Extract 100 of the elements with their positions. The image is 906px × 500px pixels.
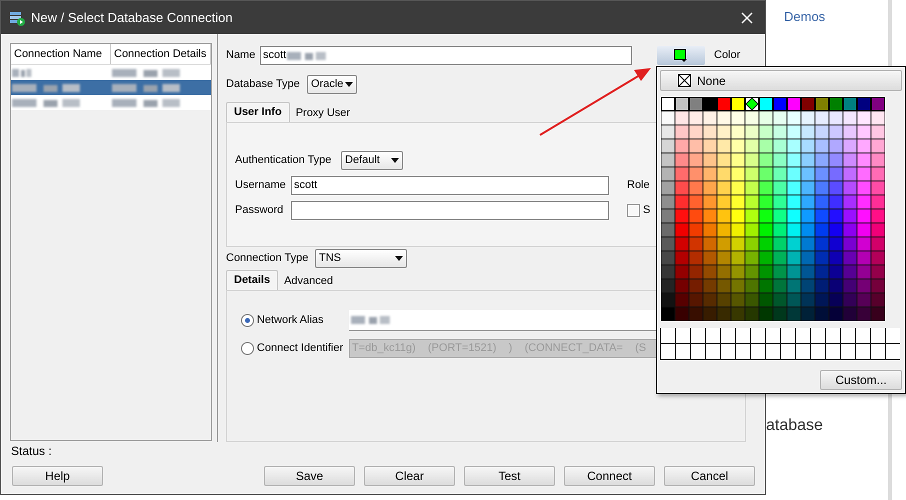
blurred-text bbox=[112, 98, 182, 108]
custom-color-slot[interactable] bbox=[810, 328, 825, 344]
custom-color-slot[interactable] bbox=[765, 344, 780, 360]
color-swatch[interactable] bbox=[745, 97, 759, 111]
dialog-button[interactable]: Help bbox=[12, 466, 103, 486]
color-swatch[interactable] bbox=[787, 97, 801, 111]
custom-color-slot[interactable] bbox=[780, 328, 795, 344]
custom-color-slot[interactable] bbox=[705, 328, 720, 344]
custom-color-slot[interactable] bbox=[825, 344, 840, 360]
custom-color-slot[interactable] bbox=[825, 328, 840, 344]
custom-color-slot[interactable] bbox=[675, 328, 690, 344]
radio-label: Connect Identifier bbox=[256, 341, 344, 356]
no-color-icon bbox=[678, 74, 691, 87]
custom-color-slot[interactable] bbox=[855, 344, 870, 360]
custom-color-slot[interactable] bbox=[720, 344, 735, 360]
color-swatch[interactable] bbox=[759, 97, 773, 111]
caret-icon bbox=[391, 158, 399, 162]
radio-button[interactable] bbox=[241, 342, 254, 355]
field-label: Username bbox=[235, 178, 287, 194]
dialog-button[interactable]: Clear bbox=[364, 466, 455, 486]
window-title: New / Select Database Connection bbox=[31, 8, 233, 27]
color-swatch[interactable] bbox=[717, 97, 731, 111]
none-button[interactable]: None bbox=[660, 70, 902, 91]
custom-color-slot[interactable] bbox=[765, 328, 780, 344]
database-icon bbox=[9, 10, 25, 26]
color-swatch[interactable] bbox=[675, 97, 689, 111]
auth-type-select[interactable]: Default bbox=[341, 150, 403, 170]
database-type-select[interactable]: Oracle bbox=[307, 75, 357, 94]
color-grid-drawing[interactable] bbox=[661, 111, 885, 321]
dialog-button[interactable]: Save bbox=[264, 466, 355, 486]
field-label: Role bbox=[627, 178, 650, 194]
custom-color-slot[interactable] bbox=[870, 344, 885, 360]
username-field[interactable]: scott bbox=[291, 176, 609, 195]
tab[interactable]: Advanced bbox=[278, 272, 340, 290]
demos-link[interactable]: Demos bbox=[784, 7, 826, 26]
custom-color-slot[interactable] bbox=[885, 344, 900, 360]
radio-label: Network Alias bbox=[256, 313, 325, 328]
radio-button[interactable] bbox=[241, 314, 254, 327]
custom-color-slot[interactable] bbox=[705, 344, 720, 360]
custom-color-slot[interactable] bbox=[735, 344, 750, 360]
color-swatch[interactable] bbox=[689, 97, 703, 111]
color-swatch[interactable] bbox=[731, 97, 745, 111]
blurred-text bbox=[350, 315, 391, 325]
field-label: Color bbox=[714, 48, 740, 64]
color-swatch[interactable] bbox=[703, 97, 717, 111]
color-swatch[interactable] bbox=[815, 97, 829, 111]
dialog-button[interactable]: Test bbox=[464, 466, 555, 486]
custom-color-slot[interactable] bbox=[810, 344, 825, 360]
password-field[interactable] bbox=[291, 201, 609, 220]
custom-color-slot[interactable] bbox=[795, 328, 810, 344]
dialog-button[interactable]: Cancel bbox=[664, 466, 755, 486]
color-swatch[interactable] bbox=[843, 97, 857, 111]
custom-color-slot[interactable] bbox=[690, 344, 705, 360]
blurred-text bbox=[12, 98, 82, 108]
dialog-button[interactable]: Connect bbox=[564, 466, 655, 486]
field-label: Authentication Type bbox=[235, 152, 332, 168]
connection-type-select[interactable]: TNS bbox=[315, 249, 407, 268]
color-swatch-icon bbox=[674, 48, 688, 62]
color-swatch[interactable] bbox=[857, 97, 871, 111]
custom-color-slot[interactable] bbox=[855, 328, 870, 344]
custom-color-slot[interactable] bbox=[690, 328, 705, 344]
custom-color-slot[interactable] bbox=[870, 328, 885, 344]
blurred-text bbox=[12, 68, 32, 78]
color-swatch[interactable] bbox=[773, 97, 787, 111]
custom-color-slot[interactable] bbox=[735, 328, 750, 344]
color-swatch[interactable] bbox=[871, 97, 885, 111]
connection-row[interactable] bbox=[11, 80, 211, 95]
checkbox[interactable] bbox=[627, 204, 640, 217]
name-field[interactable]: scott bbox=[260, 46, 632, 65]
field-label: Connection Type bbox=[226, 251, 310, 266]
custom-color-slot[interactable] bbox=[840, 344, 855, 360]
color-swatch[interactable] bbox=[829, 97, 843, 111]
blurred-text bbox=[12, 82, 82, 92]
custom-color-slot[interactable] bbox=[660, 344, 675, 360]
checkbox-label: S bbox=[643, 203, 650, 218]
tab[interactable]: Details bbox=[226, 270, 278, 290]
status-label: Status : bbox=[11, 443, 53, 458]
tab[interactable]: User Info bbox=[226, 102, 290, 122]
custom-color-slot[interactable] bbox=[750, 344, 765, 360]
custom-color-slot[interactable] bbox=[750, 328, 765, 344]
column-header[interactable]: Connection Name bbox=[11, 44, 111, 64]
section-heading: atabase bbox=[766, 416, 823, 436]
field-label: Database Type bbox=[226, 77, 301, 92]
column-header[interactable]: Connection Details bbox=[111, 44, 211, 64]
close-icon[interactable] bbox=[741, 12, 753, 24]
custom-color-slot[interactable] bbox=[660, 328, 675, 344]
color-swatch[interactable] bbox=[661, 97, 675, 111]
custom-button[interactable]: Custom... bbox=[820, 370, 902, 390]
custom-color-slot[interactable] bbox=[675, 344, 690, 360]
tab[interactable]: Proxy User bbox=[290, 104, 356, 122]
custom-color-slot[interactable] bbox=[795, 344, 810, 360]
custom-color-slot[interactable] bbox=[840, 328, 855, 344]
custom-color-slot[interactable] bbox=[885, 328, 900, 344]
blurred-text bbox=[287, 50, 328, 60]
color-swatch[interactable] bbox=[801, 97, 815, 111]
custom-color-slot[interactable] bbox=[780, 344, 795, 360]
custom-color-slot[interactable] bbox=[720, 328, 735, 344]
caret-icon bbox=[395, 256, 403, 261]
color-button[interactable] bbox=[657, 46, 705, 65]
blurred-text bbox=[112, 82, 182, 92]
